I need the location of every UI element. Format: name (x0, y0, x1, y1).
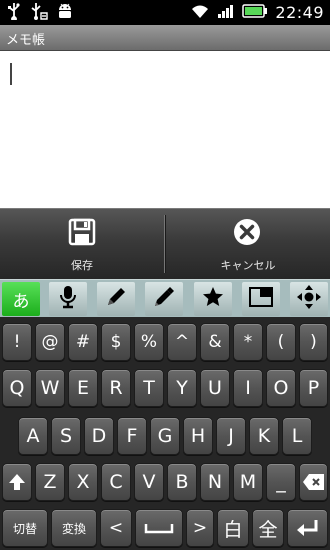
window-mode-button[interactable] (242, 282, 280, 316)
key-l[interactable]: L (282, 417, 312, 455)
page-title: メモ帳 (6, 33, 46, 48)
left-arrow-key[interactable]: < (100, 509, 132, 547)
wifi-icon (190, 3, 210, 23)
key-x[interactable]: X (68, 463, 98, 501)
usb-debug-icon (30, 2, 48, 24)
save-icon (67, 217, 97, 247)
key-dollar[interactable]: $ (101, 323, 131, 361)
key-z[interactable]: Z (35, 463, 65, 501)
key-y[interactable]: Y (167, 369, 197, 407)
save-label: 保存 (71, 259, 93, 272)
right-arrow-key[interactable]: > (186, 509, 214, 547)
backspace-icon (302, 471, 326, 493)
enter-icon (296, 518, 320, 538)
shift-icon (7, 472, 27, 492)
key-s[interactable]: S (51, 417, 81, 455)
key-g[interactable]: G (150, 417, 180, 455)
key-p[interactable]: P (299, 369, 328, 407)
key-b[interactable]: B (167, 463, 197, 501)
hiragana-mode-label: あ (12, 291, 30, 312)
key-k[interactable]: K (249, 417, 279, 455)
usb-icon (6, 2, 22, 24)
key-f[interactable]: F (117, 417, 147, 455)
key-underscore[interactable]: _ (266, 463, 296, 501)
key-w[interactable]: W (35, 369, 65, 407)
action-divider (164, 215, 165, 273)
ime-toolbar: あ (0, 279, 330, 318)
cursor-move-icon (296, 284, 322, 314)
action-bar: 保存 キャンセル (0, 208, 330, 279)
key-left-paren[interactable]: ( (266, 323, 296, 361)
hiragana-mode-button[interactable]: あ (2, 282, 40, 316)
key-r[interactable]: R (101, 369, 131, 407)
voice-input-button[interactable] (49, 282, 87, 316)
key-v[interactable]: V (134, 463, 164, 501)
memo-text-area[interactable] (0, 51, 330, 208)
key-ampersand[interactable]: & (200, 323, 230, 361)
battery-icon (242, 3, 268, 22)
key-at[interactable]: @ (35, 323, 65, 361)
key-n[interactable]: N (200, 463, 230, 501)
key-m[interactable]: M (233, 463, 263, 501)
android-icon (56, 2, 74, 24)
convert-key[interactable]: 変換 (51, 509, 97, 547)
delete-key[interactable] (299, 463, 328, 501)
close-icon (232, 217, 262, 247)
key-c[interactable]: C (101, 463, 131, 501)
cursor-move-button[interactable] (290, 282, 328, 316)
status-bar: 22:49 (0, 0, 330, 25)
key-exclamation[interactable]: ! (2, 323, 32, 361)
key-right-paren[interactable]: ) (299, 323, 328, 361)
keyboard: ! @ # $ % ^ & * ( ) Q W E R T Y U I O P … (0, 317, 330, 550)
enter-key[interactable] (287, 509, 328, 547)
space-icon (144, 521, 174, 535)
key-i[interactable]: I (233, 369, 263, 407)
zenkaku-key[interactable]: 全 (252, 509, 284, 547)
mic-icon (57, 284, 79, 314)
cancel-button[interactable]: キャンセル (166, 209, 330, 279)
shift-key[interactable] (2, 463, 32, 501)
switch-key[interactable]: 切替 (2, 509, 48, 547)
pen-fill-button[interactable] (145, 282, 183, 316)
window-icon (248, 286, 274, 312)
key-h[interactable]: H (183, 417, 213, 455)
key-e[interactable]: E (68, 369, 98, 407)
favorites-button[interactable] (194, 282, 232, 316)
status-time: 22:49 (275, 3, 324, 22)
signal-icon (217, 3, 235, 23)
key-j[interactable]: J (216, 417, 246, 455)
save-button[interactable]: 保存 (0, 209, 164, 279)
hankaku-key[interactable]: 白 (217, 509, 249, 547)
space-key[interactable] (135, 509, 183, 547)
key-percent[interactable]: % (134, 323, 164, 361)
star-icon (201, 285, 225, 313)
key-asterisk[interactable]: * (233, 323, 263, 361)
text-cursor (10, 63, 12, 85)
cancel-label: キャンセル (220, 259, 276, 272)
key-t[interactable]: T (134, 369, 164, 407)
key-hash[interactable]: # (68, 323, 98, 361)
key-u[interactable]: U (200, 369, 230, 407)
key-d[interactable]: D (84, 417, 114, 455)
app: 22:49 メモ帳 保存 キャンセル あ ! @ # $ % ^ & * ()… (0, 0, 330, 550)
pen-icon (104, 285, 128, 313)
key-o[interactable]: O (266, 369, 296, 407)
key-caret[interactable]: ^ (167, 323, 197, 361)
title-bar: メモ帳 (0, 25, 330, 51)
key-a[interactable]: A (18, 417, 48, 455)
key-q[interactable]: Q (2, 369, 32, 407)
handwriting-button[interactable] (97, 282, 135, 316)
pen-fill-icon (152, 285, 176, 313)
